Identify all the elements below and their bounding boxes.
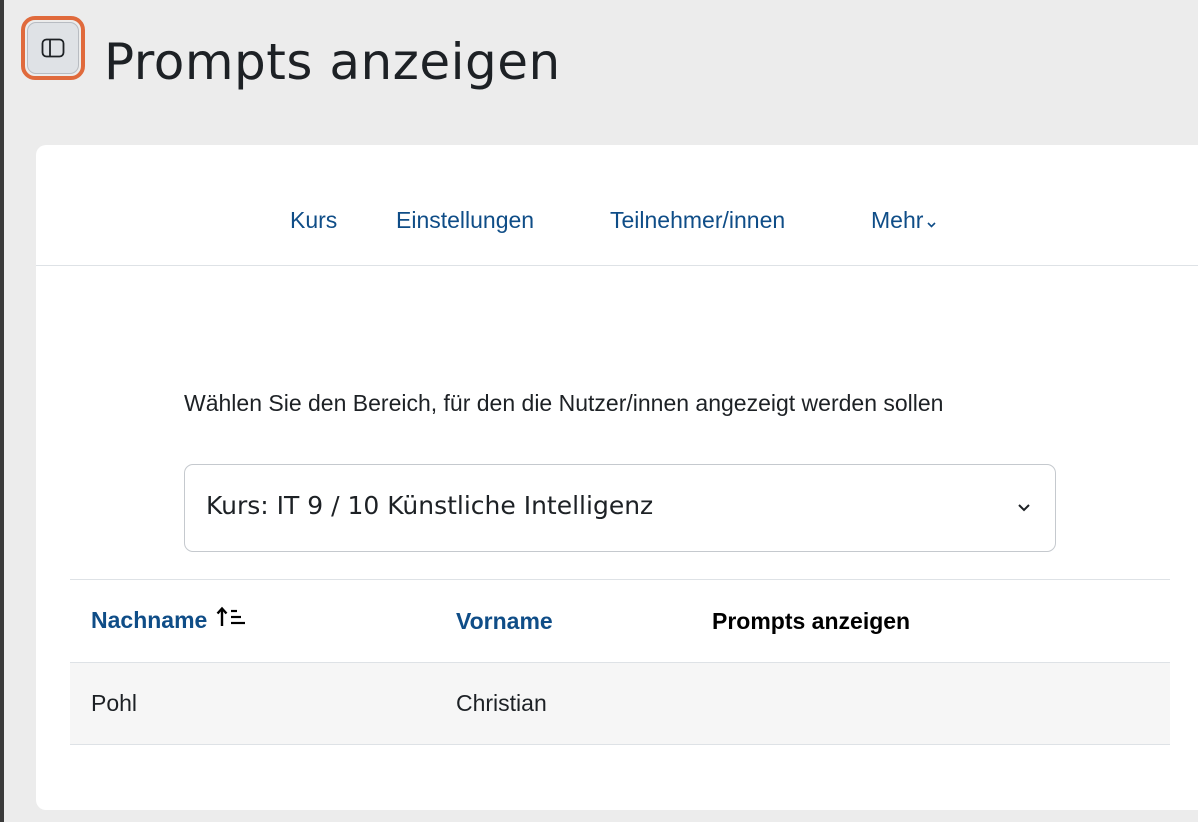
nav-item-einstellungen[interactable]: Einstellungen <box>396 207 534 234</box>
sort-ascending-icon <box>216 605 246 635</box>
users-table: Nachname Vorname Prompts anzeigen Pohl C… <box>70 579 1170 745</box>
area-select-dropdown[interactable]: Kurs: IT 9 / 10 Künstliche Intelligenz <box>184 464 1056 552</box>
drawer-toggle-button[interactable] <box>21 16 85 80</box>
table-header-row: Nachname Vorname Prompts anzeigen <box>70 579 1170 663</box>
column-header-nachname: Nachname <box>70 580 456 663</box>
area-select-value: Kurs: IT 9 / 10 Künstliche Intelligenz <box>206 491 654 520</box>
area-select-label: Wählen Sie den Bereich, für den die Nutz… <box>184 390 944 416</box>
table-row: Pohl Christian <box>70 662 1170 745</box>
page-title: Prompts anzeigen <box>104 33 561 91</box>
nav-item-teilnehmer[interactable]: Teilnehmer/innen <box>610 207 785 234</box>
sort-by-vorname-link[interactable]: Vorname <box>456 608 553 634</box>
nav-item-mehr-label: Mehr <box>871 207 924 233</box>
cell-nachname: Pohl <box>91 690 138 716</box>
chevron-down-icon <box>1016 499 1032 518</box>
column-header-label: Nachname <box>91 607 208 634</box>
cell-vorname: Christian <box>456 690 547 716</box>
column-header-prompts: Prompts anzeigen <box>712 607 911 634</box>
secondary-navigation: Kurs Einstellungen Teilnehmer/innen Mehr <box>36 145 1198 266</box>
sidebar-panel-icon <box>27 22 79 74</box>
main-card: Kurs Einstellungen Teilnehmer/innen Mehr… <box>36 145 1198 810</box>
cell-prompts <box>712 663 1170 745</box>
chevron-down-icon <box>926 208 937 235</box>
column-header-vorname: Vorname <box>456 580 712 663</box>
sort-by-nachname-link[interactable]: Nachname <box>91 607 207 633</box>
nav-item-kurs[interactable]: Kurs <box>290 207 337 234</box>
window-left-edge <box>0 0 4 822</box>
nav-item-mehr[interactable]: Mehr <box>871 207 937 235</box>
